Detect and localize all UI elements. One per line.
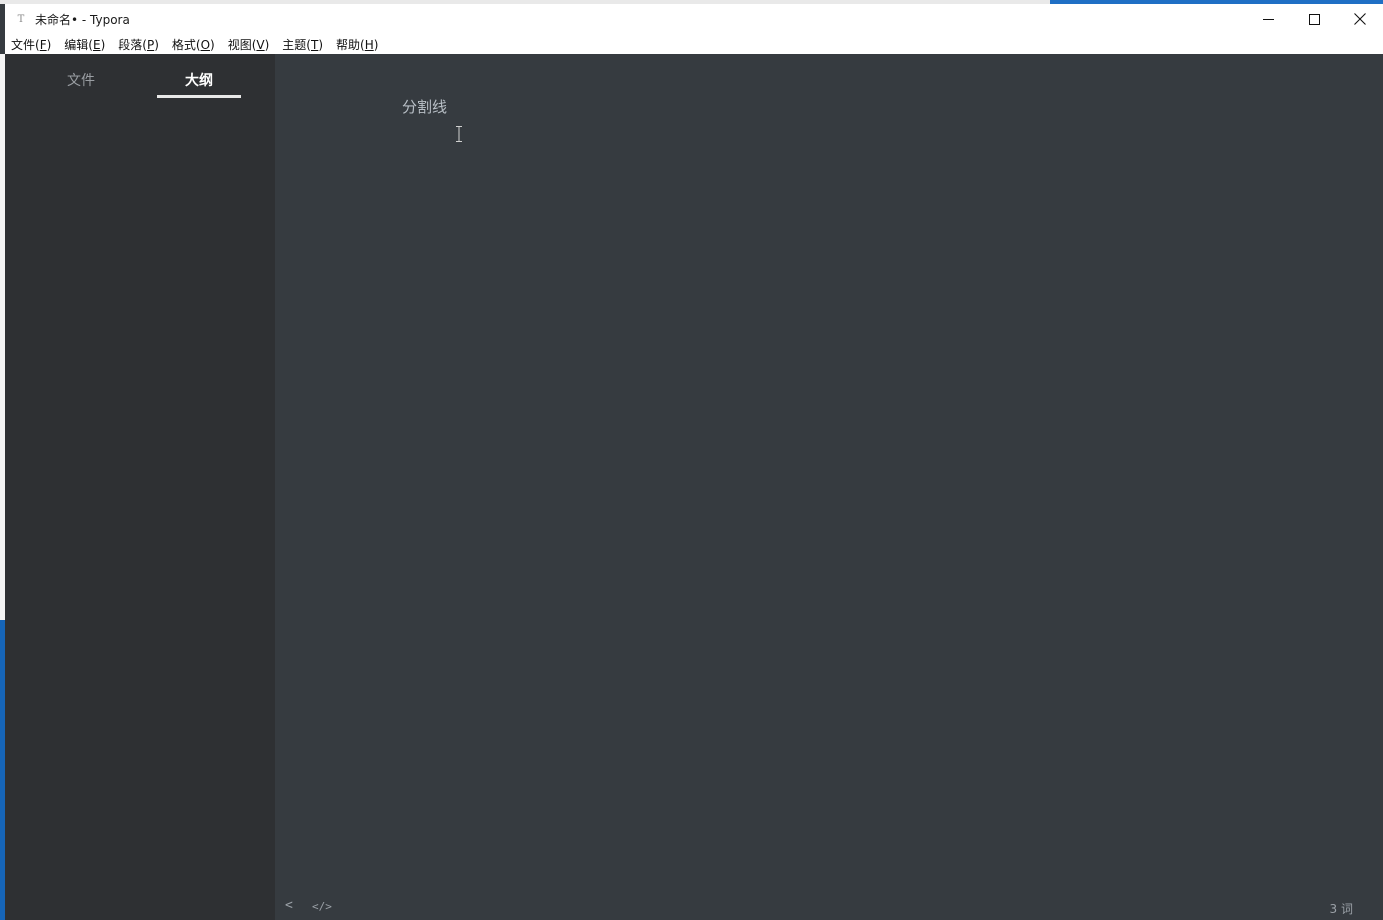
typora-window: T 未命名• - Typora 文件(F) 编辑(E) 段落(P) 格式(O) … (5, 4, 1383, 920)
menu-view[interactable]: 视图(V) (228, 36, 270, 53)
sidebar-footer (5, 890, 275, 920)
minimize-button[interactable] (1245, 4, 1291, 34)
text-cursor-icon (456, 126, 462, 142)
minimize-icon (1262, 18, 1274, 20)
source-code-mode-icon[interactable]: </> (312, 900, 332, 913)
menu-theme[interactable]: 主题(T) (282, 36, 323, 53)
word-count[interactable]: 3 词 (1330, 900, 1353, 917)
tab-files[interactable]: 文件 (67, 70, 95, 90)
sidebar: 文件 大纲 (5, 54, 275, 920)
menu-help[interactable]: 帮助(H) (336, 36, 378, 53)
maximize-button[interactable] (1291, 4, 1337, 34)
menu-format[interactable]: 格式(O) (172, 36, 215, 53)
tab-outline[interactable]: 大纲 (185, 70, 213, 90)
close-button[interactable] (1337, 4, 1383, 34)
status-bar: < </> 3 词 (275, 890, 1383, 920)
paragraph-text[interactable]: 分割线 (402, 96, 447, 117)
close-icon (1354, 13, 1366, 25)
typora-app-icon: T (17, 13, 25, 25)
menu-file[interactable]: 文件(F) (11, 36, 51, 53)
window-controls (1245, 4, 1383, 34)
active-tab-indicator (157, 95, 241, 98)
toggle-sidebar-icon[interactable]: < (285, 898, 293, 913)
editor-area[interactable]: 分割线 (275, 54, 1383, 920)
title-bar: T 未命名• - Typora (5, 4, 1383, 34)
sidebar-tabs: 文件 大纲 (5, 54, 275, 100)
menu-edit[interactable]: 编辑(E) (64, 36, 105, 53)
maximize-icon (1308, 13, 1320, 25)
menu-bar: 文件(F) 编辑(E) 段落(P) 格式(O) 视图(V) 主题(T) 帮助(H… (5, 34, 1383, 54)
window-title: 未命名• - Typora (35, 12, 130, 27)
menu-paragraph[interactable]: 段落(P) (118, 36, 159, 53)
